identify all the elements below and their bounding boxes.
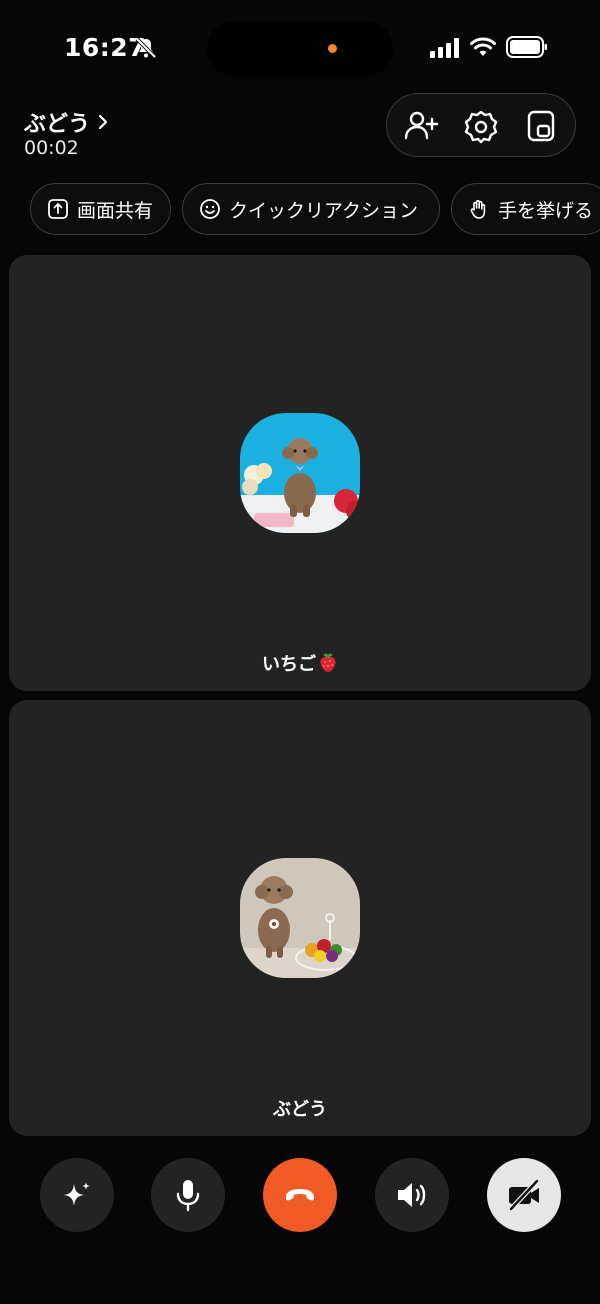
chip-label: クイックリアクション (229, 199, 419, 222)
effects-button[interactable] (40, 1158, 114, 1232)
participant-name: いちご (262, 654, 316, 675)
chip-label: 画面共有 (77, 199, 154, 222)
participant-tile[interactable]: いちご (9, 255, 591, 691)
dog-photo-fruit-basket (240, 858, 360, 978)
picture-in-picture-button[interactable] (523, 108, 559, 144)
chevron-right-icon (98, 115, 108, 129)
status-bar: 16:27 (0, 0, 600, 96)
raise-hand-chip[interactable]: 手を挙げる (451, 183, 600, 235)
participant-name-row: いちご (9, 650, 591, 676)
wifi-icon (470, 37, 496, 56)
add-person-icon (404, 111, 439, 140)
dog-photo-blue-backdrop (240, 413, 360, 533)
microphone-icon (176, 1180, 200, 1212)
avatar (240, 858, 360, 978)
dynamic-island (207, 21, 393, 76)
end-call-icon (286, 1189, 314, 1201)
strawberry-icon (320, 653, 336, 672)
cellular-signal-icon (430, 38, 459, 58)
call-timer: 00:02 (24, 137, 79, 159)
picture-in-picture-icon (527, 110, 555, 142)
avatar (240, 413, 360, 533)
speaker-icon (398, 1183, 426, 1207)
header-actions (386, 93, 576, 157)
battery-icon (506, 36, 547, 58)
share-screen-icon (48, 199, 68, 219)
quick-reaction-chip[interactable]: クイックリアクション (182, 183, 440, 235)
participant-name: ぶどう (273, 1099, 327, 1120)
speaker-button[interactable] (375, 1158, 449, 1232)
bell-muted-icon (135, 37, 157, 59)
camera-toggle-button[interactable] (487, 1158, 561, 1232)
smiley-icon (200, 199, 220, 219)
settings-button[interactable] (463, 108, 499, 144)
raise-hand-icon (470, 199, 486, 219)
microphone-button[interactable] (151, 1158, 225, 1232)
share-screen-chip[interactable]: 画面共有 (30, 183, 171, 235)
privacy-indicator-dot (328, 44, 337, 53)
end-call-button[interactable] (263, 1158, 337, 1232)
chip-label: 手を挙げる (498, 199, 594, 222)
gear-icon (464, 110, 498, 144)
camera-off-icon (509, 1179, 539, 1211)
call-name: ぶどう (24, 112, 91, 137)
add-person-button[interactable] (403, 108, 439, 144)
call-title[interactable]: ぶどう (24, 106, 110, 138)
effects-sparkle-icon (64, 1182, 90, 1206)
participant-tile[interactable]: ぶどう (9, 700, 591, 1136)
